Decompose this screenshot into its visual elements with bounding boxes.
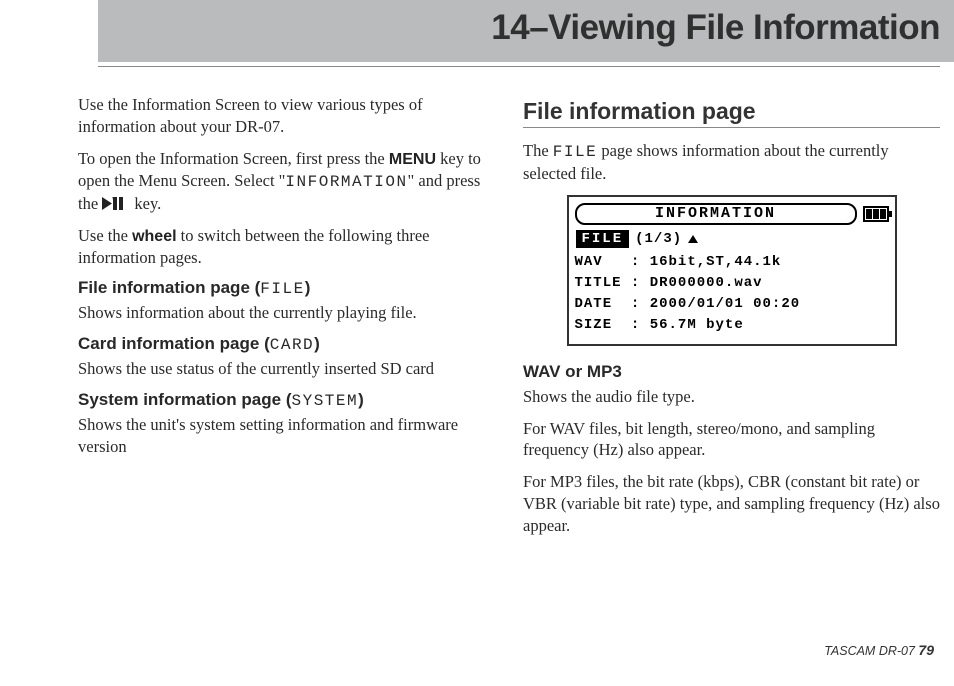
text: System information page ( (78, 390, 291, 409)
lcd-screenshot: INFORMATION FILE (1/3) WAV : 16bit,ST,44… (567, 195, 897, 346)
lcd-tab-label: FILE (576, 230, 630, 248)
lcd-top-bar: INFORMATION (575, 203, 889, 225)
header-rule (98, 66, 940, 67)
desc-system-info: Shows the unit's system setting informat… (78, 414, 495, 458)
lcd-line-size: SIZE : 56.7M byte (575, 315, 889, 336)
header-band: 14–Viewing File Information (0, 0, 954, 74)
battery-icon (863, 206, 889, 222)
intro-para-1: Use the Information Screen to view vario… (78, 94, 495, 138)
right-para-2: Shows the audio file type. (523, 386, 940, 408)
subhead-card-info: Card information page (CARD) (78, 334, 495, 354)
desc-file-info: Shows information about the currently pl… (78, 302, 495, 324)
card-mono: CARD (270, 336, 314, 354)
text: Card information page ( (78, 334, 270, 353)
right-para-4: For MP3 files, the bit rate (kbps), CBR … (523, 471, 940, 536)
chapter-title: 14–Viewing File Information (491, 8, 940, 48)
left-column: Use the Information Screen to view vario… (78, 94, 495, 546)
up-triangle-icon (688, 235, 698, 243)
manual-page: 14–Viewing File Information Use the Info… (0, 0, 954, 686)
right-column: File information page The FILE page show… (523, 94, 940, 546)
menu-key-label: MENU (389, 151, 436, 168)
text: ) (305, 278, 311, 297)
right-para-3: For WAV files, bit length, stereo/mono, … (523, 418, 940, 462)
lcd-line-wav: WAV : 16bit,ST,44.1k (575, 252, 889, 273)
text: ) (314, 334, 320, 353)
system-mono: SYSTEM (291, 392, 358, 410)
information-mono: INFORMATION (285, 173, 407, 191)
text: File information page ( (78, 278, 260, 297)
wheel-label: wheel (132, 228, 176, 245)
subhead-file-info: File information page (FILE) (78, 278, 495, 298)
lcd-line-date: DATE : 2000/01/01 00:20 (575, 294, 889, 315)
subhead-system-info: System information page (SYSTEM) (78, 390, 495, 410)
play-pause-icon (102, 197, 130, 210)
lcd-title-pill: INFORMATION (575, 203, 857, 225)
file-mono: FILE (260, 280, 304, 298)
text: Use the (78, 226, 132, 245)
intro-para-2: To open the Information Screen, first pr… (78, 148, 495, 215)
intro-para-3: Use the wheel to switch between the foll… (78, 225, 495, 269)
page-number: 79 (918, 642, 934, 658)
right-para-1: The FILE page shows information about th… (523, 140, 940, 185)
text: The (523, 141, 553, 160)
section-title-file-info-page: File information page (523, 98, 940, 128)
desc-card-info: Shows the use status of the currently in… (78, 358, 495, 380)
subhead-wav-mp3: WAV or MP3 (523, 362, 940, 382)
text: ) (358, 390, 364, 409)
product-name: TASCAM DR-07 (824, 644, 918, 658)
content-columns: Use the Information Screen to view vario… (0, 94, 954, 546)
text: key. (130, 194, 161, 213)
file-mono-2: FILE (553, 143, 597, 161)
lcd-tab-row: FILE (1/3) (575, 230, 700, 248)
lcd-line-title: TITLE : DR000000.wav (575, 273, 889, 294)
page-footer: TASCAM DR-07 79 (824, 642, 934, 658)
lcd-tab-count: (1/3) (635, 231, 682, 247)
text: To open the Information Screen, first pr… (78, 149, 389, 168)
